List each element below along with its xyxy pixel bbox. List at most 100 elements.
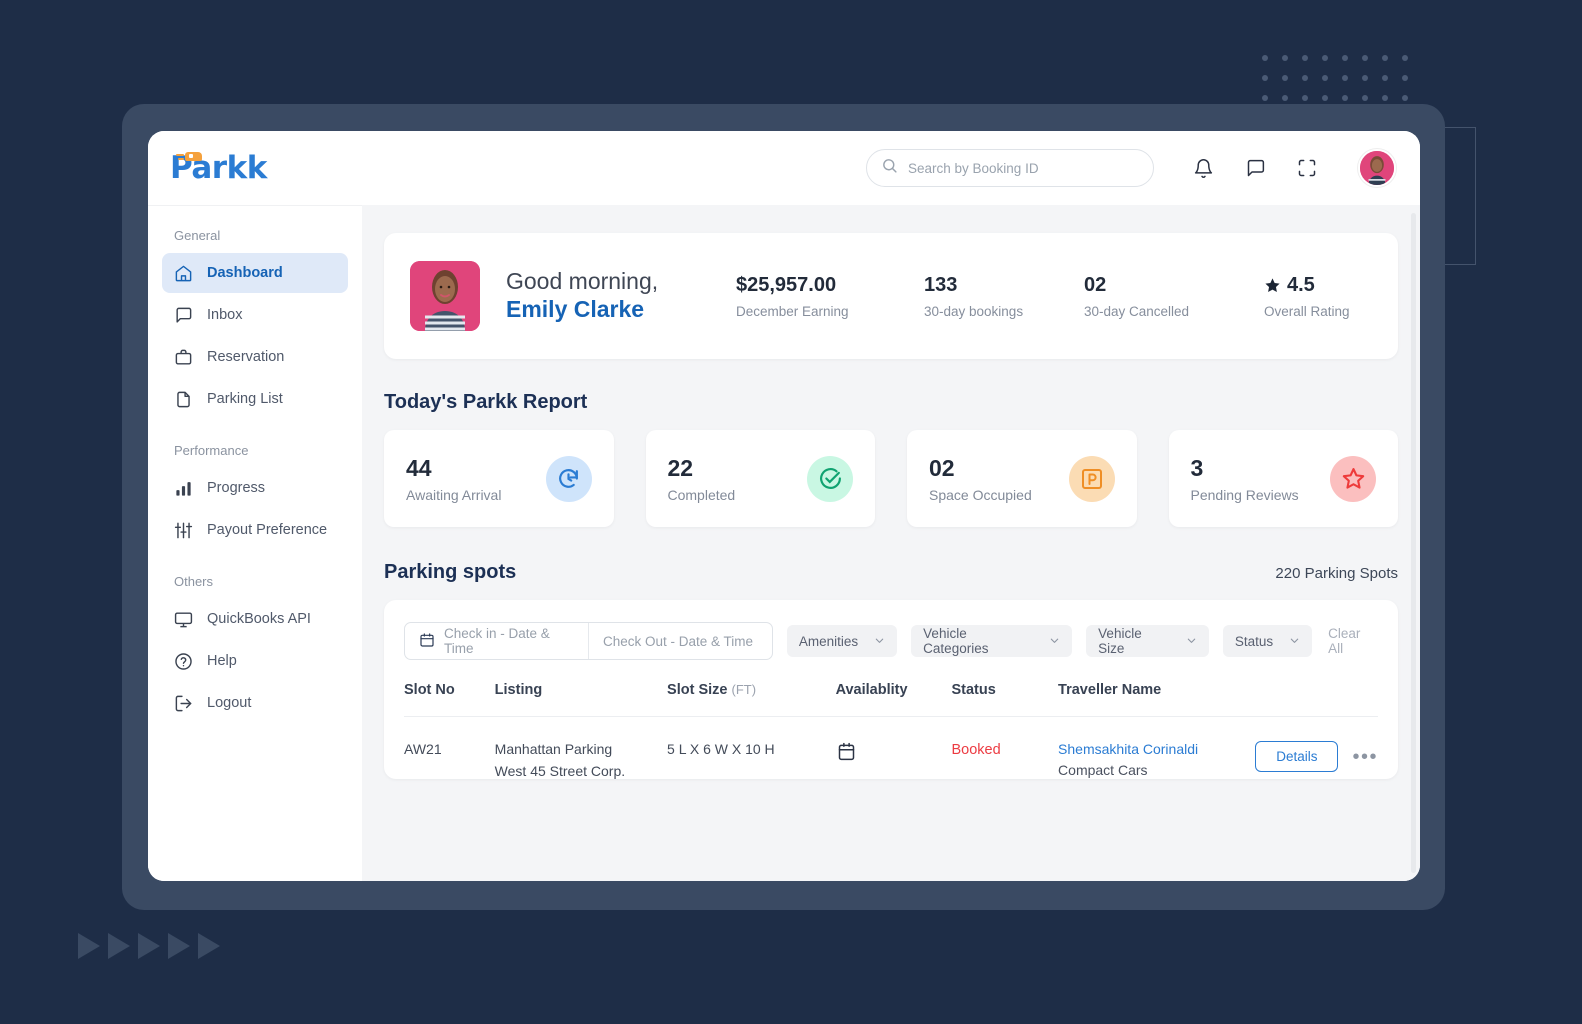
- topbar: Parkk: [148, 131, 1420, 205]
- filter-chip-vehicle-size[interactable]: Vehicle Size: [1086, 625, 1209, 657]
- question-circle-icon: [174, 652, 193, 671]
- sidebar-item-label: Inbox: [207, 307, 243, 323]
- sidebar-item-reservation[interactable]: Reservation: [162, 337, 348, 377]
- filter-chip-label: Vehicle Size: [1098, 626, 1142, 656]
- avatar[interactable]: [1358, 149, 1396, 187]
- sidebar: General Dashboard Inbox Reservation Parking …: [148, 205, 362, 881]
- filter-chip-amenities[interactable]: Amenities: [786, 625, 898, 657]
- status-badge: Booked: [951, 742, 1001, 758]
- slot-size-unit: (FT): [731, 682, 757, 697]
- parking-panel: Check in - Date & Time Check Out - Date …: [384, 600, 1398, 779]
- arrow-icon: [108, 933, 130, 959]
- report-title: Today's Parkk Report: [384, 391, 588, 413]
- report-card-label: Pending Reviews: [1190, 486, 1299, 503]
- search-icon: [881, 157, 898, 179]
- report-card-pending-reviews[interactable]: 3 Pending Reviews: [1168, 430, 1398, 527]
- chevron-down-icon: [874, 634, 885, 649]
- sidebar-item-logout[interactable]: Logout: [162, 683, 348, 723]
- fullscreen-icon[interactable]: [1294, 155, 1320, 181]
- checkout-placeholder: Check Out - Date & Time: [602, 633, 754, 649]
- sidebar-item-label: Reservation: [207, 349, 285, 365]
- sidebar-item-label: Dashboard: [207, 265, 283, 281]
- sidebar-item-payout-preference[interactable]: Payout Preference: [162, 510, 348, 550]
- dot: [1362, 75, 1368, 81]
- dot: [1282, 95, 1288, 101]
- dot: [1262, 75, 1268, 81]
- stat-value: 02: [1084, 273, 1107, 296]
- filter-chip-label: Amenities: [798, 633, 859, 649]
- dot: [1402, 55, 1408, 61]
- arrow-icon: [138, 933, 160, 959]
- sliders-icon: [174, 521, 193, 540]
- dot: [1322, 95, 1328, 101]
- arrow-icon: [198, 933, 220, 959]
- stat-value: 133: [924, 273, 958, 296]
- search-box[interactable]: [866, 149, 1154, 187]
- app-body: General Dashboard Inbox Reservation Parking …: [148, 205, 1420, 881]
- star-outline-icon: [1330, 455, 1376, 502]
- stat-30-day-cancelled: 02 30-day Cancelled: [1084, 274, 1264, 319]
- report-card-awaiting-arrival[interactable]: 44 Awaiting Arrival: [384, 430, 614, 527]
- app-logo[interactable]: Parkk: [170, 150, 290, 186]
- cell-traveller: Shemsakhita Corinaldi Compact Cars: [1058, 717, 1255, 780]
- scrollbar[interactable]: [1411, 213, 1416, 873]
- dot: [1382, 75, 1388, 81]
- clear-all-button[interactable]: Clear All: [1328, 626, 1378, 656]
- cell-availability[interactable]: [836, 717, 952, 780]
- sidebar-item-label: Payout Preference: [207, 522, 328, 538]
- file-icon: [174, 390, 193, 409]
- col-slot-no: Slot No: [404, 682, 495, 717]
- greeting-line: Good morning,: [506, 267, 659, 294]
- col-slot-size: Slot Size (FT): [667, 682, 836, 717]
- stat-december-earning: $25,957.00 December Earning: [736, 274, 924, 319]
- bell-icon[interactable]: [1190, 155, 1216, 181]
- stat-value: $25,957.00: [736, 273, 837, 296]
- sidebar-item-parking-list[interactable]: Parking List: [162, 379, 348, 419]
- sidebar-item-help[interactable]: Help: [162, 641, 348, 681]
- sidebar-item-quickbooks-api[interactable]: QuickBooks API: [162, 599, 348, 639]
- traveller-name-link[interactable]: Shemsakhita Corinaldi: [1058, 741, 1255, 757]
- report-card-space-occupied[interactable]: 02 Space Occupied: [907, 430, 1137, 527]
- sidebar-item-label: Help: [207, 653, 237, 669]
- checkin-placeholder: Check in - Date & Time: [444, 626, 550, 656]
- app-window: Parkk Search by Booking ID General Dashb…: [148, 131, 1420, 881]
- arrow-decoration: [78, 933, 220, 959]
- stat-label: December Earning: [736, 303, 849, 319]
- stat-label: 30-day bookings: [924, 303, 1024, 319]
- filter-chip-status[interactable]: Status: [1222, 625, 1313, 657]
- arrow-icon: [78, 933, 100, 959]
- search-input[interactable]: [908, 160, 1139, 176]
- sidebar-item-label: QuickBooks API: [207, 611, 311, 627]
- sidebar-item-progress[interactable]: Progress: [162, 468, 348, 508]
- chat-icon[interactable]: [1242, 155, 1268, 181]
- sidebar-item-inbox[interactable]: Inbox: [162, 295, 348, 335]
- dot: [1282, 55, 1288, 61]
- report-card-number: 02: [929, 454, 955, 481]
- more-options-icon[interactable]: •••: [1338, 747, 1378, 767]
- report-card-number: 44: [406, 454, 432, 481]
- parking-section-header: Parking spots 220 Parking Spots: [384, 561, 1398, 584]
- filter-chip-vehicle-categories[interactable]: Vehicle Categories: [911, 625, 1073, 657]
- dot: [1302, 95, 1308, 101]
- stat-30-day-bookings: 133 30-day bookings: [924, 274, 1084, 319]
- sidebar-group-label: Performance: [174, 443, 249, 458]
- sidebar-item-dashboard[interactable]: Dashboard: [162, 253, 348, 293]
- parking-count: 220 Parking Spots: [1275, 565, 1398, 582]
- filter-chip-label: Status: [1234, 633, 1274, 649]
- table-row: AW21 Manhattan Parking West 45 Street Corp…: [404, 717, 1378, 780]
- col-availability: Availablity: [835, 682, 952, 717]
- checkout-field[interactable]: Check Out - Date & Time: [587, 623, 772, 659]
- briefcase-icon: [174, 348, 193, 367]
- report-card-completed[interactable]: 22 Completed: [645, 430, 875, 527]
- stat-label: 30-day Cancelled: [1084, 303, 1190, 319]
- dot: [1322, 55, 1328, 61]
- calendar-icon[interactable]: [836, 742, 857, 765]
- stat-group: $25,957.00 December Earning 133 30-day book…: [736, 274, 1372, 319]
- details-button[interactable]: Details: [1255, 741, 1339, 772]
- checkin-field[interactable]: Check in - Date & Time: [405, 623, 588, 659]
- stat-label: Overall Rating: [1264, 303, 1350, 319]
- bar-chart-icon: [174, 479, 193, 498]
- date-range-field[interactable]: Check in - Date & Time Check Out - Date …: [404, 622, 773, 660]
- car-icon: [176, 152, 202, 161]
- dot: [1302, 55, 1308, 61]
